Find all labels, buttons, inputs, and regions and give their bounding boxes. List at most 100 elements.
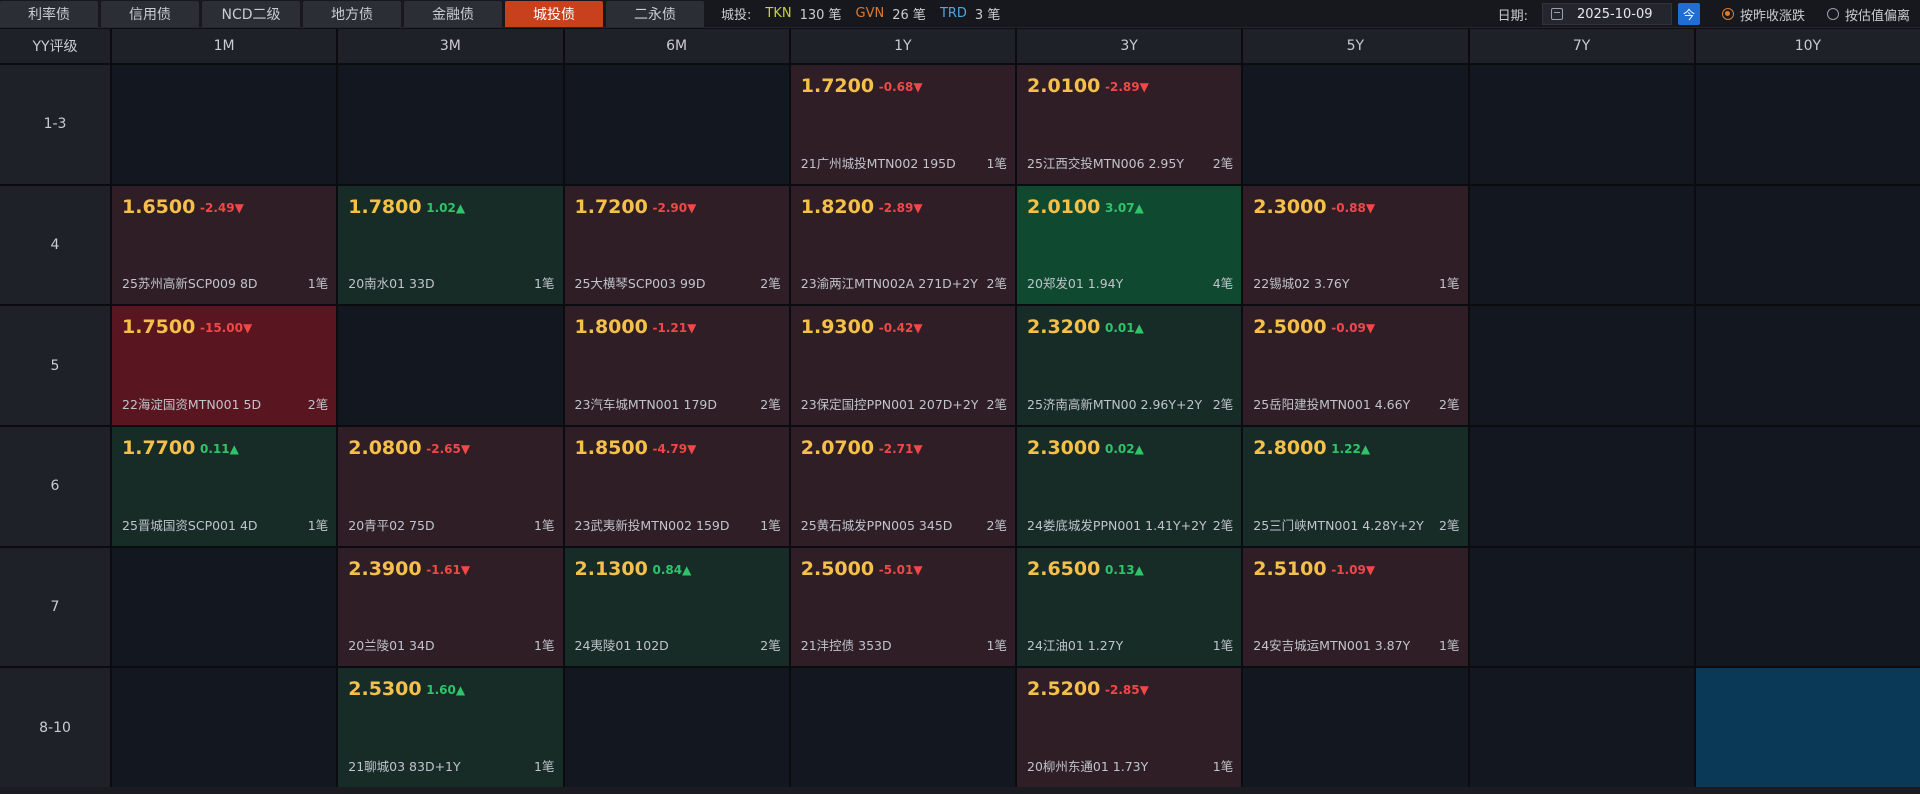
grid-cell-empty[interactable]: [1469, 306, 1694, 425]
grid-cell[interactable]: 2.3200 0.01▲ 25济南高新MTN00 2.96Y+2Y 2笔: [1017, 306, 1242, 425]
grid-cell[interactable]: 1.9300 -0.42▼ 23保定国控PPN001 207D+2Y 2笔: [790, 306, 1015, 425]
row-header-4[interactable]: 4: [0, 185, 110, 305]
bond-name: 20兰陵01 34D: [348, 638, 435, 654]
column-header-3m[interactable]: 3M: [338, 29, 563, 63]
grid-cell-empty[interactable]: [1695, 426, 1920, 546]
grid-cell-empty[interactable]: [112, 65, 337, 184]
mode-radio-0[interactable]: 按昨收涨跌: [1721, 5, 1805, 24]
trade-count: 2笔: [760, 638, 781, 654]
grid-cell[interactable]: 1.7200 -0.68▼ 21广州城投MTN002 195D 1笔: [790, 65, 1015, 184]
bond-name: 20柳州东通01 1.73Y: [1027, 758, 1149, 774]
bond-name: 25大横琴SCP003 99D: [574, 276, 706, 292]
yield-change: 1.22▲: [1331, 441, 1371, 456]
grid-cell[interactable]: 2.8000 1.22▲ 25三门峡MTN001 4.28Y+2Y 2笔: [1243, 426, 1468, 546]
grid-cell-empty[interactable]: [790, 668, 1015, 787]
yield-change: 0.13▲: [1105, 562, 1144, 577]
trade-count: 2笔: [1439, 396, 1460, 412]
date-picker[interactable]: 2025-10-09: [1541, 3, 1672, 25]
grid-cell-empty[interactable]: [1469, 426, 1694, 546]
column-header-5y[interactable]: 5Y: [1243, 29, 1468, 63]
grid-cell[interactable]: 2.0100 -2.89▼ 25江西交投MTN006 2.95Y 2笔: [1017, 65, 1242, 184]
grid-cell[interactable]: 2.5200 -2.85▼ 20柳州东通01 1.73Y 1笔: [1017, 668, 1242, 787]
row-header-7[interactable]: 7: [0, 547, 110, 667]
row-header-6[interactable]: 6: [0, 426, 110, 546]
today-button[interactable]: 今: [1677, 3, 1700, 25]
column-header-10y[interactable]: 10Y: [1695, 29, 1920, 63]
summary-label: 城投:: [721, 8, 752, 23]
row-header-1-3[interactable]: 1-3: [0, 65, 110, 184]
tab-2[interactable]: NCD二级: [202, 0, 300, 27]
grid-cell[interactable]: 1.7200 -2.90▼ 25大横琴SCP003 99D 2笔: [564, 185, 789, 305]
grid-cell-empty[interactable]: [1469, 547, 1694, 667]
trade-count: 2笔: [307, 396, 329, 412]
grid-cell-empty[interactable]: [1695, 65, 1920, 184]
grid-cell[interactable]: 2.5300 1.60▲ 21聊城03 83D+1Y 1笔: [338, 668, 563, 787]
summary-key-tkn: TKN: [765, 6, 792, 21]
grid-cell-empty[interactable]: [1695, 185, 1920, 305]
trade-count: 2笔: [986, 276, 1007, 292]
grid-cell-empty[interactable]: [1469, 65, 1694, 184]
tab-1[interactable]: 信用债: [101, 0, 199, 27]
grid-cell[interactable]: 2.5100 -1.09▼ 24安吉城运MTN001 3.87Y 1笔: [1243, 547, 1468, 667]
grid-cell[interactable]: 1.7500 -15.00▼ 22海淀国资MTN001 5D 2笔: [112, 306, 337, 425]
column-header-6m[interactable]: 6M: [564, 29, 789, 63]
grid-cell[interactable]: 1.6500 -2.49▼ 25苏州高新SCP009 8D 1笔: [112, 185, 337, 305]
yield-value: 1.8500: [574, 436, 648, 459]
grid-cell-empty[interactable]: [1695, 547, 1920, 667]
bond-name: 24安吉城运MTN001 3.87Y: [1253, 638, 1411, 654]
column-header-1m[interactable]: 1M: [112, 29, 337, 63]
grid-cell[interactable]: 2.0100 3.07▲ 20郑发01 1.94Y 4笔: [1017, 185, 1242, 305]
yield-change: -2.65▼: [426, 441, 471, 456]
column-header-7y[interactable]: 7Y: [1469, 29, 1694, 63]
mode-radio-1[interactable]: 按估值偏离: [1826, 5, 1910, 24]
grid-cell[interactable]: 2.3900 -1.61▼ 20兰陵01 34D 1笔: [338, 547, 563, 667]
grid-cell[interactable]: 2.3000 0.02▲ 24娄底城发PPN001 1.41Y+2Y 2笔: [1017, 426, 1242, 546]
grid-cell[interactable]: 1.7800 1.02▲ 20南水01 33D 1笔: [338, 185, 563, 305]
column-header-3y[interactable]: 3Y: [1017, 29, 1242, 63]
yield-change: 3.07▲: [1105, 200, 1144, 215]
trade-count: 1笔: [1212, 638, 1234, 654]
grid-cell-empty[interactable]: [338, 65, 563, 184]
right-controls: 日期: 2025-10-09 今 按昨收涨跌 按估值偏离: [1498, 0, 1920, 28]
grid-cell[interactable]: 2.3000 -0.88▼ 22锡城02 3.76Y 1笔: [1243, 185, 1468, 305]
row-header-5[interactable]: 5: [0, 306, 110, 425]
tab-3[interactable]: 地方债: [303, 0, 401, 27]
grid-cell[interactable]: 2.5000 -5.01▼ 21沣控债 353D 1笔: [790, 547, 1015, 667]
grid-cell-empty[interactable]: [1695, 668, 1920, 787]
grid-cell[interactable]: 1.8500 -4.79▼ 23武夷新投MTN002 159D 1笔: [564, 426, 789, 546]
grid-cell[interactable]: 1.8000 -1.21▼ 23汽车城MTN001 179D 2笔: [564, 306, 789, 425]
trade-count: 1笔: [986, 155, 1007, 171]
category-tabs: 利率债 信用债 NCD二级 地方债 金融债 城投债 二永债: [0, 0, 707, 28]
row-header-8-10[interactable]: 8-10: [0, 668, 110, 787]
tab-5[interactable]: 城投债: [505, 0, 603, 27]
grid-cell-empty[interactable]: [1243, 65, 1468, 184]
grid-cell[interactable]: 2.1300 0.84▲ 24夷陵01 102D 2笔: [564, 547, 789, 667]
grid-cell[interactable]: 1.8200 -2.89▼ 23渝两江MTN002A 271D+2Y 2笔: [790, 185, 1015, 305]
tab-4[interactable]: 金融债: [404, 0, 502, 27]
tab-6[interactable]: 二永债: [606, 0, 704, 27]
grid-cell-empty[interactable]: [112, 547, 337, 667]
tab-0[interactable]: 利率债: [0, 0, 98, 27]
trade-count: 1笔: [1439, 276, 1460, 292]
grid-cell[interactable]: 2.5000 -0.09▼ 25岳阳建投MTN001 4.66Y 2笔: [1243, 306, 1468, 425]
yield-value: 2.5300: [348, 678, 422, 701]
grid-cell[interactable]: 2.0800 -2.65▼ 20青平02 75D 1笔: [338, 426, 563, 546]
yield-change: -1.21▼: [652, 321, 697, 336]
yield-value: 1.6500: [122, 195, 196, 218]
grid-cell-empty[interactable]: [564, 65, 789, 184]
grid-cell-empty[interactable]: [1469, 668, 1694, 787]
yield-value: 1.8200: [800, 195, 875, 218]
grid-cell[interactable]: 1.7700 0.11▲ 25晋城国资SCP001 4D 1笔: [112, 426, 337, 546]
bond-name: 23武夷新投MTN002 159D: [574, 517, 730, 533]
grid-cell-empty[interactable]: [338, 306, 563, 425]
grid-cell-empty[interactable]: [1469, 185, 1694, 305]
yield-value: 1.7800: [348, 195, 422, 218]
column-header-1y[interactable]: 1Y: [790, 29, 1015, 63]
grid-cell[interactable]: 2.6500 0.13▲ 24江油01 1.27Y 1笔: [1017, 547, 1242, 667]
yield-value: 2.0100: [1027, 75, 1101, 97]
grid-cell[interactable]: 2.0700 -2.71▼ 25黄石城发PPN005 345D 2笔: [790, 426, 1015, 546]
grid-cell-empty[interactable]: [112, 668, 337, 787]
grid-cell-empty[interactable]: [1695, 306, 1920, 425]
grid-cell-empty[interactable]: [1243, 668, 1468, 787]
grid-cell-empty[interactable]: [564, 668, 789, 787]
